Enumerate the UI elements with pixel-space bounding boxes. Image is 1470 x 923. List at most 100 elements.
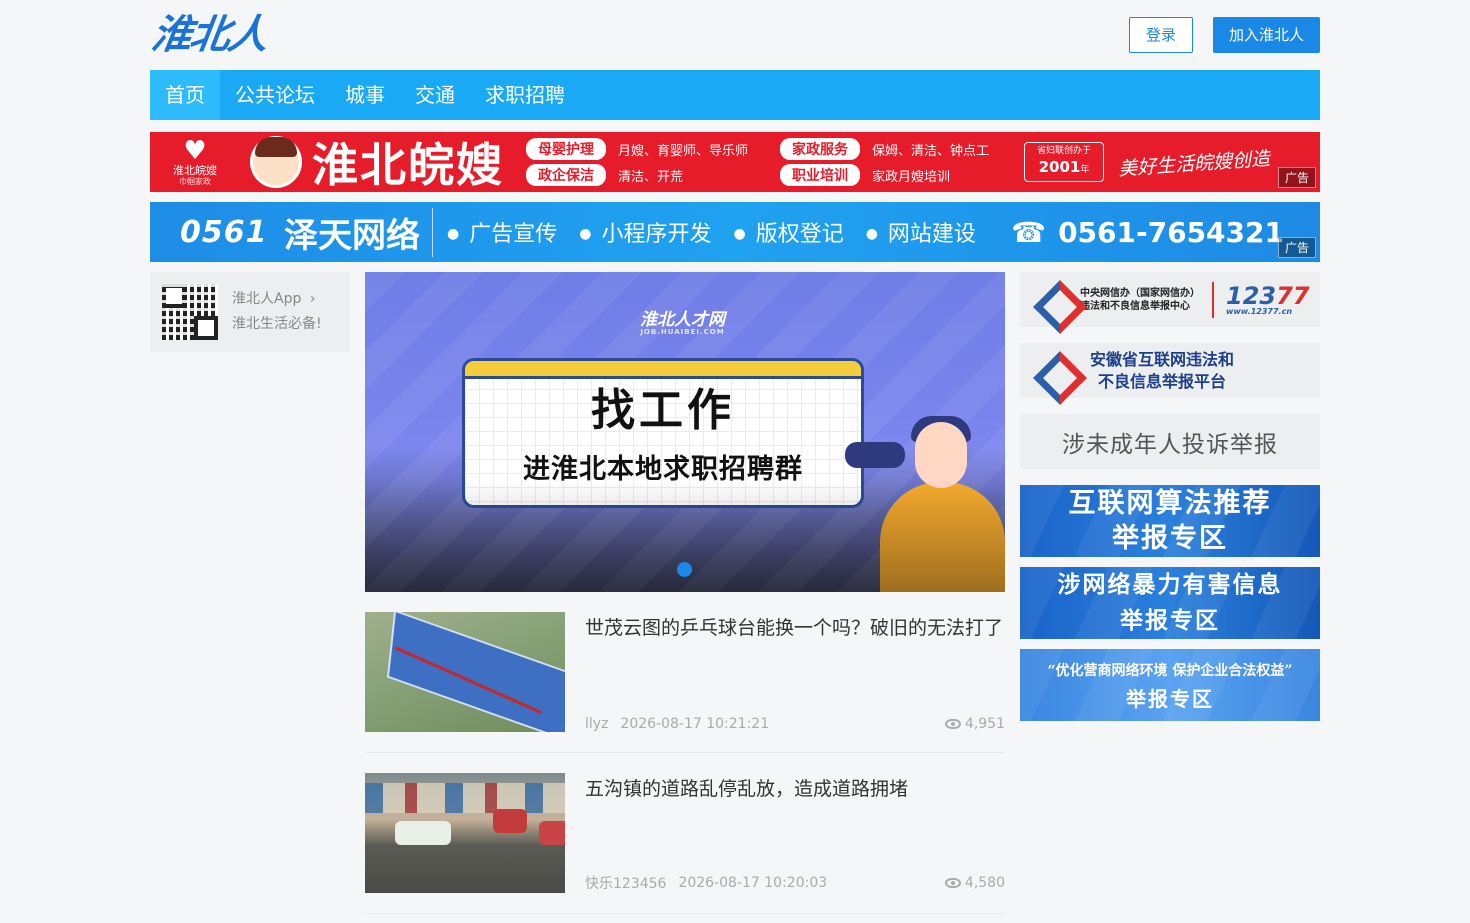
cyberviolence-report-link[interactable]: 涉网络暴力有害信息 举报专区: [1020, 567, 1320, 639]
housekeeping-logo-text: 淮北皖嫂: [173, 163, 217, 177]
news-title[interactable]: 世茂云图的乒乓球台能换一个吗？破旧的无法打了: [585, 612, 1005, 644]
slide-headline: 找工作: [591, 385, 735, 436]
housekeeping-logo-sub: 巾帼家政: [179, 176, 211, 186]
anhui-report-line1: 安徽省互联网违法和: [1090, 349, 1235, 369]
service-grid: 母婴护理 月嫂、育婴师、导乐师 家政服务 保姆、清洁、钟点工 政企保洁 清洁、开…: [526, 138, 1012, 186]
ad-tag: 广告: [1277, 167, 1316, 188]
main-content: 淮北人App › 淮北生活必备! 淮北人才网 JOB.HUAIBEI.COM 找…: [150, 272, 1320, 914]
since-unit: 年: [1080, 165, 1090, 176]
report-center-line2: 违法和不良信息举报中心: [1080, 300, 1190, 312]
business-env-report-link[interactable]: “优化营商网络环境 保护企业合法权益” 举报专区: [1020, 649, 1320, 721]
news-meta: 快乐123456 2026-08-17 10:20:03 4,580: [585, 873, 1005, 893]
service-text: 保姆、清洁、钟点工: [872, 143, 990, 159]
news-meta: llyz 2026-08-17 10:21:21 4,951: [585, 716, 1005, 732]
header: 淮北人 登录 加入淮北人: [147, 0, 1320, 70]
right-column: 中央网信办（国家网信办） 违法和不良信息举报中心 12377 www.12377…: [1020, 272, 1320, 914]
qr-code-icon: [162, 284, 218, 340]
ad-banner-network[interactable]: 0561 泽天网络 广告宣传 小程序开发 版权登记 网站建设 ☎ 0561-76…: [150, 202, 1320, 262]
center-column: 淮北人才网 JOB.HUAIBEI.COM 找工作 进淮北本地求职招聘群 世茂云…: [365, 272, 1005, 914]
network-service-item: 网站建设: [866, 216, 976, 248]
join-button[interactable]: 加入淮北人: [1212, 17, 1320, 53]
slider-dot-active[interactable]: [677, 562, 692, 577]
anhui-report-line2: 不良信息举报平台: [1098, 371, 1227, 391]
news-title[interactable]: 五沟镇的道路乱停乱放，造成道路拥堵: [585, 773, 1005, 805]
minor-report-link[interactable]: 涉未成年人投诉举报: [1020, 414, 1320, 469]
since-badge: 省妇联创办于 2001年: [1024, 142, 1105, 182]
news-author[interactable]: llyz: [585, 716, 608, 732]
ad-banner-housekeeping[interactable]: ♥ 淮北皖嫂 巾帼家政 淮北皖嫂 母婴护理 月嫂、育婴师、导乐师 家政服务 保姆…: [150, 132, 1320, 192]
business-env-report-line1: “优化营商网络环境 保护企业合法权益”: [1047, 663, 1293, 679]
news-view-count: 4,580: [964, 875, 1005, 891]
news-time: 2026-08-17 10:20:03: [678, 875, 828, 891]
talent-site-logo-text: 淮北人才网: [640, 310, 725, 330]
maid-avatar-icon: [250, 136, 302, 188]
algorithm-report-link[interactable]: 互联网算法推荐 举报专区: [1020, 485, 1320, 557]
eye-icon: [944, 878, 961, 888]
app-card-subtitle: 淮北生活必备!: [232, 316, 322, 332]
news-views: 4,951: [944, 716, 1005, 732]
auth-buttons: 登录 加入淮北人: [1128, 17, 1320, 53]
eye-icon: [944, 719, 961, 729]
network-logo: 0561: [180, 214, 268, 250]
banner-title: 淮北皖嫂: [312, 138, 504, 192]
news-thumbnail[interactable]: [365, 773, 565, 893]
service-text: 月嫂、育婴师、导乐师: [618, 143, 749, 159]
service-pill: 政企保洁: [526, 164, 606, 186]
banner-slider[interactable]: 淮北人才网 JOB.HUAIBEI.COM 找工作 进淮北本地求职招聘群: [365, 272, 1005, 592]
cyberviolence-report-line1: 涉网络暴力有害信息: [1057, 572, 1283, 598]
login-button[interactable]: 登录: [1128, 17, 1193, 53]
business-env-report-line2: 举报专区: [1126, 687, 1214, 711]
network-service-item: 版权登记: [733, 216, 844, 248]
report-center-link[interactable]: 中央网信办（国家网信办） 违法和不良信息举报中心 12377 www.12377…: [1020, 272, 1320, 327]
news-author[interactable]: 快乐123456: [585, 873, 666, 893]
phone-icon: ☎: [1011, 215, 1047, 249]
algorithm-report-line1: 互联网算法推荐: [1068, 488, 1272, 519]
network-services: 广告宣传 小程序开发 版权登记 网站建设: [447, 216, 976, 248]
network-service-item: 小程序开发: [579, 216, 711, 248]
cyberviolence-report-line2: 举报专区: [1120, 608, 1220, 634]
nav-item-forum[interactable]: 公共论坛: [220, 70, 330, 120]
news-item[interactable]: 世茂云图的乒乓球台能换一个吗？破旧的无法打了 llyz 2026-08-17 1…: [365, 592, 1005, 753]
report-hotline-b: 77: [1276, 281, 1310, 310]
talent-site-logo-sub: JOB.HUAIBEI.COM: [640, 328, 725, 336]
slide-subline: 进淮北本地求职招聘群: [523, 454, 803, 485]
anhui-report-link[interactable]: 安徽省互联网违法和 不良信息举报平台: [1020, 343, 1320, 398]
phone-number: 0561-7654321: [1058, 215, 1284, 249]
service-pill: 母婴护理: [526, 138, 606, 160]
minor-report-text: 涉未成年人投诉举报: [1062, 431, 1278, 458]
since-label: 省妇联创办于: [1037, 146, 1092, 157]
news-view-count: 4,951: [964, 716, 1005, 732]
nav-item-traffic[interactable]: 交通: [400, 70, 470, 120]
report-logo-icon: [1038, 356, 1068, 386]
site-logo[interactable]: 淮北人: [147, 11, 270, 58]
app-card-title: 淮北人App: [232, 291, 302, 307]
report-logo-icon: [1038, 285, 1068, 315]
algorithm-report-line2: 举报专区: [1112, 523, 1228, 554]
news-thumbnail[interactable]: [365, 612, 565, 732]
talent-site-logo: 淮北人才网 JOB.HUAIBEI.COM: [640, 312, 725, 336]
chevron-right-icon: ›: [309, 291, 316, 307]
network-service-item: 广告宣传: [447, 216, 557, 248]
network-brand: 泽天网络: [284, 207, 433, 257]
news-time: 2026-08-17 10:21:21: [620, 716, 770, 732]
app-download-card[interactable]: 淮北人App › 淮北生活必备!: [150, 272, 350, 352]
news-views: 4,580: [944, 875, 1005, 891]
housekeeping-logo: ♥ 淮北皖嫂 巾帼家政: [150, 138, 240, 187]
report-hotline: 12377 www.12377.cn: [1226, 284, 1310, 316]
service-text: 清洁、开荒: [618, 169, 684, 185]
nav-item-city[interactable]: 城事: [330, 70, 400, 120]
report-center-line1: 中央网信办（国家网信办）: [1080, 287, 1200, 299]
heart-icon: ♥: [183, 135, 207, 166]
news-item[interactable]: 五沟镇的道路乱停乱放，造成道路拥堵 快乐123456 2026-08-17 10…: [365, 753, 1005, 914]
main-nav: 首页 公共论坛 城事 交通 求职招聘: [150, 70, 1320, 120]
banner-slogan: 美好生活皖嫂创造: [1117, 147, 1271, 180]
since-year: 2001: [1038, 158, 1081, 177]
app-card-text: 淮北人App › 淮北生活必备!: [232, 287, 322, 337]
service-pill: 家政服务: [780, 138, 860, 160]
nav-item-home[interactable]: 首页: [150, 70, 220, 120]
nav-item-jobs[interactable]: 求职招聘: [470, 70, 580, 120]
service-text: 家政月嫂培训: [872, 169, 951, 185]
service-pill: 职业培训: [780, 164, 860, 186]
network-phone: ☎ 0561-7654321: [1011, 216, 1284, 249]
left-column: 淮北人App › 淮北生活必备!: [150, 272, 350, 914]
